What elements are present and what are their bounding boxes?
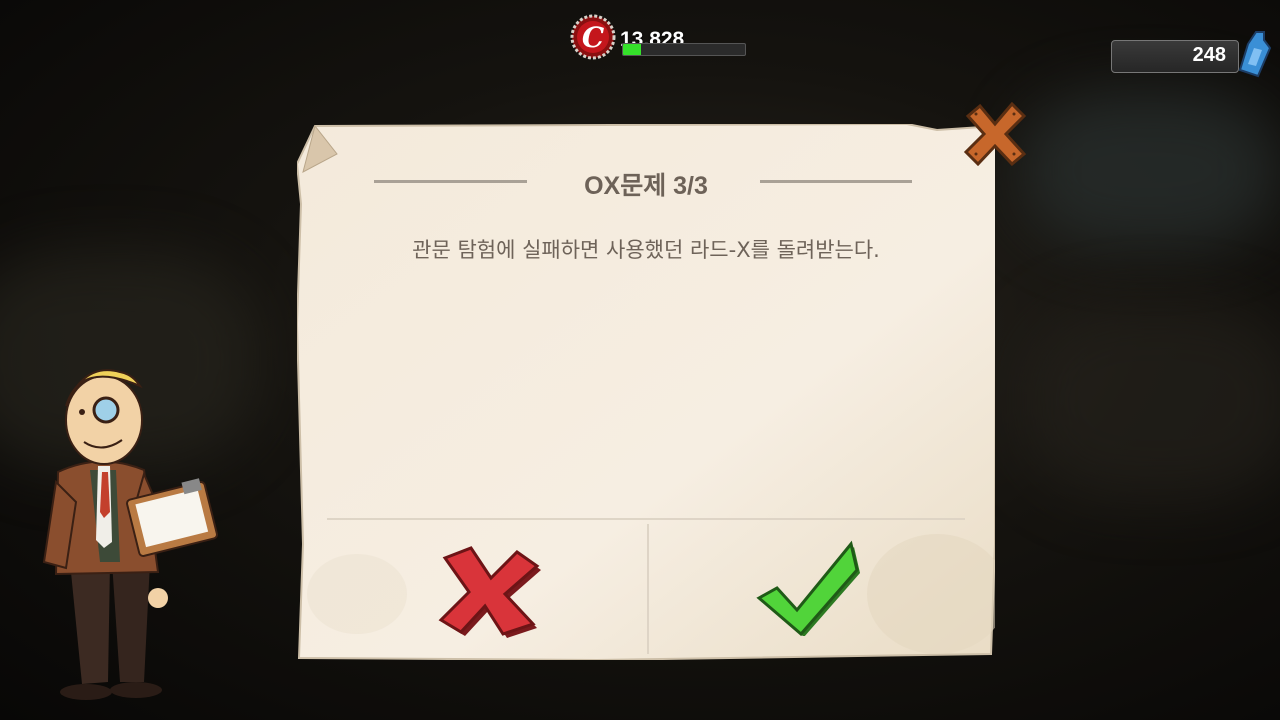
caps-counter: C 13,828: [570, 14, 750, 62]
quiz-dialog: [297, 124, 995, 660]
answer-divider-horizontal: [327, 518, 965, 520]
answer-true-button[interactable]: [755, 540, 865, 636]
question-text: 관문 탐험에 실패하면 사용했던 라드-X를 돌려받는다.: [412, 238, 880, 262]
close-button[interactable]: [962, 102, 1028, 166]
close-icon: [963, 102, 1027, 166]
caps-progress-bar: [622, 43, 746, 56]
background-glow: [1020, 300, 1280, 500]
bottle-cap-icon: C: [570, 14, 616, 60]
check-mark-icon: [756, 540, 860, 636]
svg-text:C: C: [582, 21, 605, 54]
vault-boy-character: [42, 369, 218, 700]
caps-progress-fill: [623, 44, 642, 55]
answer-divider-vertical: [647, 524, 649, 654]
dialog-title: OX문제 3/3: [584, 172, 708, 200]
nuka-quantum-value: 248: [1192, 44, 1226, 66]
background-glow: [1020, 90, 1280, 250]
nuka-quantum-icon: [1238, 31, 1272, 78]
nuka-quantum-counter[interactable]: 248: [1111, 40, 1239, 73]
x-mark-icon: [438, 546, 541, 638]
answer-false-button[interactable]: [437, 544, 542, 638]
